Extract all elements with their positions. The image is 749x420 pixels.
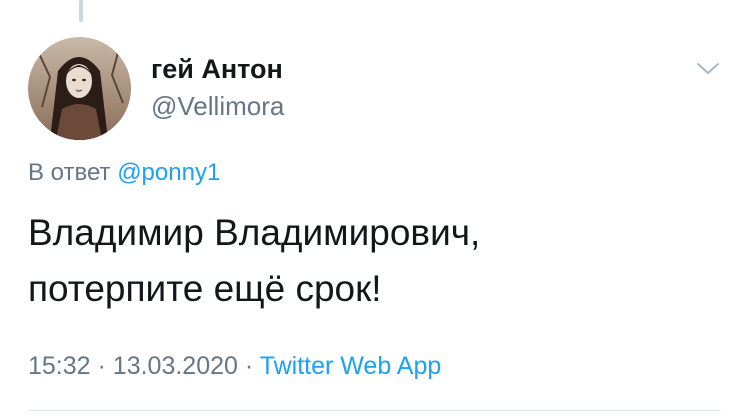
tweet-text: Владимир Владимирович, потерпите ещё сро… xyxy=(28,205,728,317)
author-handle[interactable]: @Vellimora xyxy=(151,90,284,122)
meta-separator: · xyxy=(97,352,106,380)
author-avatar[interactable] xyxy=(28,37,131,140)
reply-prefix: В ответ xyxy=(28,159,111,186)
tweet-time[interactable]: 15:32 xyxy=(28,352,91,380)
tweet-meta: 15:32 · 13.03.2020 · Twitter Web App xyxy=(28,349,441,383)
reply-context: В ответ @ponny1 xyxy=(28,157,220,189)
avatar-image xyxy=(28,37,131,140)
thread-connector-line xyxy=(79,0,83,22)
author-display-name[interactable]: гей Антон xyxy=(151,52,283,86)
chevron-down-icon xyxy=(697,63,719,74)
tweet-source-link[interactable]: Twitter Web App xyxy=(260,352,442,380)
tweet-menu-button[interactable] xyxy=(694,58,722,80)
bottom-divider xyxy=(28,410,721,411)
tweet-text-line: Владимир Владимирович, xyxy=(28,212,481,253)
tweet-text-line: потерпите ещё срок! xyxy=(28,268,382,309)
meta-separator: · xyxy=(244,352,254,380)
tweet-date[interactable]: 13.03.2020 xyxy=(113,352,238,380)
reply-mention-link[interactable]: @ponny1 xyxy=(117,159,220,186)
